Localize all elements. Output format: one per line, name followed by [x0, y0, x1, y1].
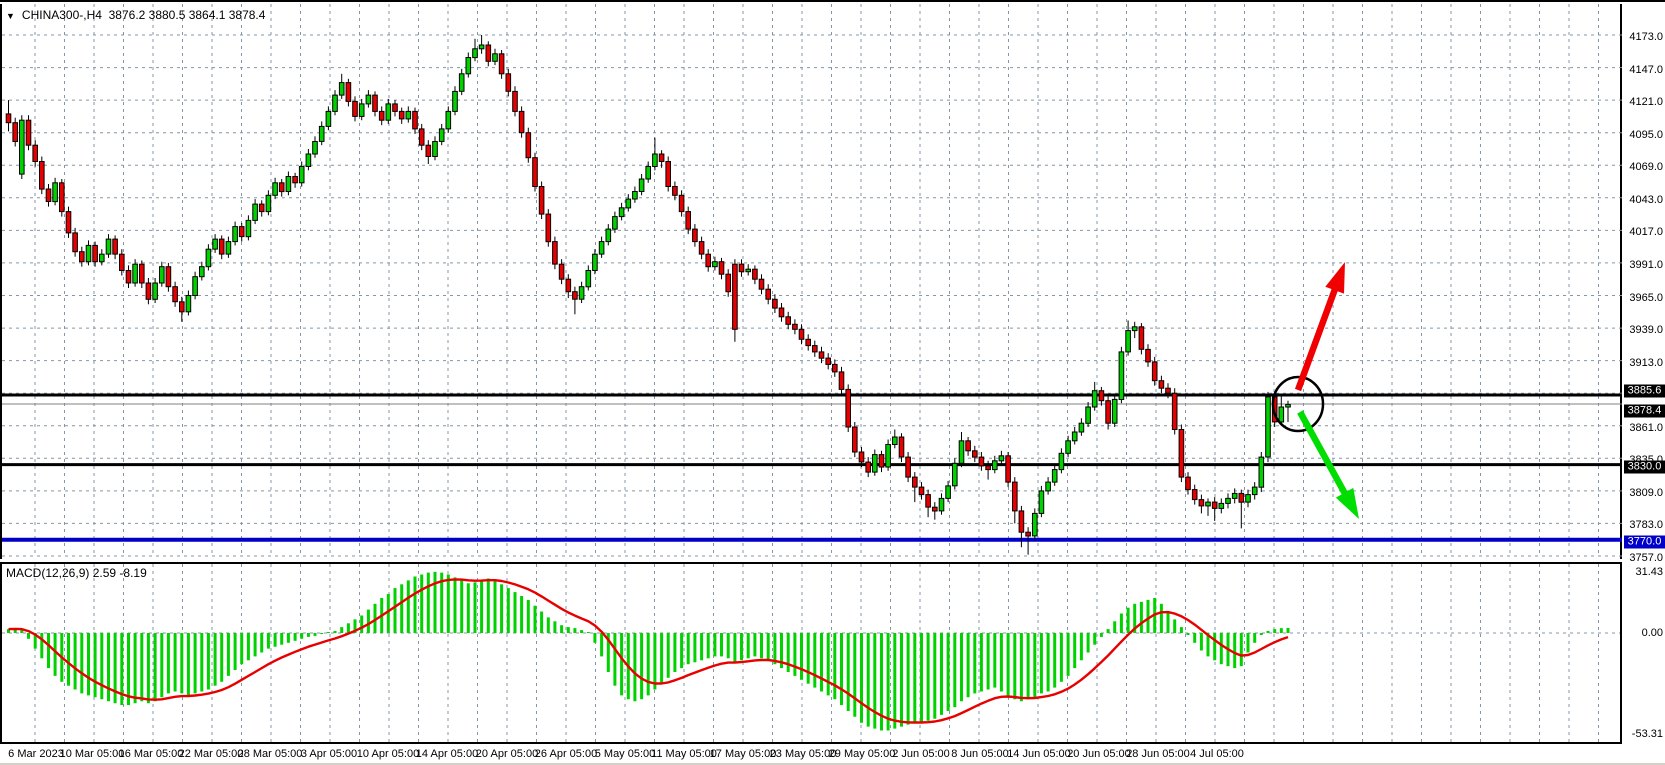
- date-tick-label: 23 May 05:00: [770, 748, 837, 760]
- date-tick-label: 11 May 05:00: [651, 748, 717, 760]
- date-tick-label: 29 May 05:00: [829, 748, 896, 760]
- symbol-period-label: CHINA300-,H4: [22, 8, 102, 22]
- price-tick-label: 4017.0: [1629, 226, 1663, 238]
- macd-indicator-panel[interactable]: [0, 562, 1622, 744]
- date-tick-label: 16 Mar 05:00: [119, 748, 184, 760]
- main-chart-panel[interactable]: [0, 4, 1622, 559]
- chart-window: ▼ CHINA300-,H4 3876.2 3880.5 3864.1 3878.…: [0, 0, 1665, 765]
- candlestick-chart[interactable]: [2, 4, 1622, 557]
- symbol-dropdown-icon[interactable]: ▼: [6, 11, 15, 21]
- price-tick-label: 3809.0: [1629, 487, 1663, 499]
- date-tick-label: 14 Apr 05:00: [416, 748, 478, 760]
- macd-tick-label: 0.00: [1642, 627, 1663, 639]
- macd-indicator-label: MACD(12,26,9) 2.59 -8.19: [6, 566, 147, 580]
- price-tick-label: 3783.0: [1629, 519, 1663, 531]
- macd-tick-label: 31.43: [1635, 566, 1663, 578]
- macd-signal-value: -8.19: [119, 566, 146, 580]
- price-tick-label: 3991.0: [1629, 259, 1663, 271]
- date-tick-label: 14 Jun 05:00: [1007, 748, 1071, 760]
- date-tick-label: 4 Jul 05:00: [1190, 748, 1244, 760]
- date-tick-label: 17 May 05:00: [710, 748, 777, 760]
- date-tick-label: 6 Mar 2023: [8, 748, 64, 760]
- price-tick-label: 4147.0: [1629, 64, 1663, 76]
- date-tick-label: 5 May 05:00: [595, 748, 656, 760]
- date-tick-label: 26 Apr 05:00: [535, 748, 597, 760]
- date-tick-label: 20 Jun 05:00: [1067, 748, 1131, 760]
- price-tick-label: 4069.0: [1629, 161, 1663, 173]
- chart-title: ▼ CHINA300-,H4 3876.2 3880.5 3864.1 3878.…: [6, 8, 265, 22]
- macd-axis[interactable]: 31.43 0.00 -53.31: [1624, 562, 1665, 744]
- ohlc-values-label: 3876.2 3880.5 3864.1 3878.4: [109, 8, 266, 22]
- macd-chart[interactable]: [2, 564, 1620, 742]
- price-level-label: 3830.0: [1624, 460, 1665, 473]
- price-level-label: 3770.0: [1624, 535, 1665, 548]
- price-tick-label: 4095.0: [1629, 129, 1663, 141]
- price-tick-label: 3913.0: [1629, 357, 1663, 369]
- date-tick-label: 3 Apr 05:00: [301, 748, 357, 760]
- price-tick-label: 3939.0: [1629, 324, 1663, 336]
- price-axis[interactable]: 4173.0 4147.0 4121.0 4095.0 4069.0 4043.0 4017…: [1624, 4, 1665, 559]
- price-tick-label: 3965.0: [1629, 292, 1663, 304]
- date-tick-label: 28 Mar 05:00: [238, 748, 303, 760]
- date-tick-label: 28 Jun 05:00: [1126, 748, 1190, 760]
- price-level-label: 3885.6: [1624, 384, 1665, 397]
- date-tick-label: 22 Mar 05:00: [179, 748, 244, 760]
- price-tick-label: 4173.0: [1629, 31, 1663, 43]
- date-tick-label: 8 Jun 05:00: [951, 748, 1009, 760]
- date-tick-label: 10 Apr 05:00: [357, 748, 419, 760]
- price-tick-label: 3861.0: [1629, 422, 1663, 434]
- price-tick-label: 4121.0: [1629, 96, 1663, 108]
- price-level-label: 3878.4: [1624, 405, 1665, 418]
- date-tick-label: 2 Jun 05:00: [892, 748, 950, 760]
- macd-main-value: 2.59: [93, 566, 116, 580]
- date-axis[interactable]: 6 Mar 202310 Mar 05:0016 Mar 05:0022 Mar…: [0, 746, 1665, 763]
- date-tick-label: 10 Mar 05:00: [60, 748, 125, 760]
- macd-tick-label: -53.31: [1632, 728, 1663, 740]
- price-tick-label: 4043.0: [1629, 194, 1663, 206]
- date-tick-label: 20 Apr 05:00: [476, 748, 538, 760]
- trend-up-arrow: [1298, 262, 1345, 390]
